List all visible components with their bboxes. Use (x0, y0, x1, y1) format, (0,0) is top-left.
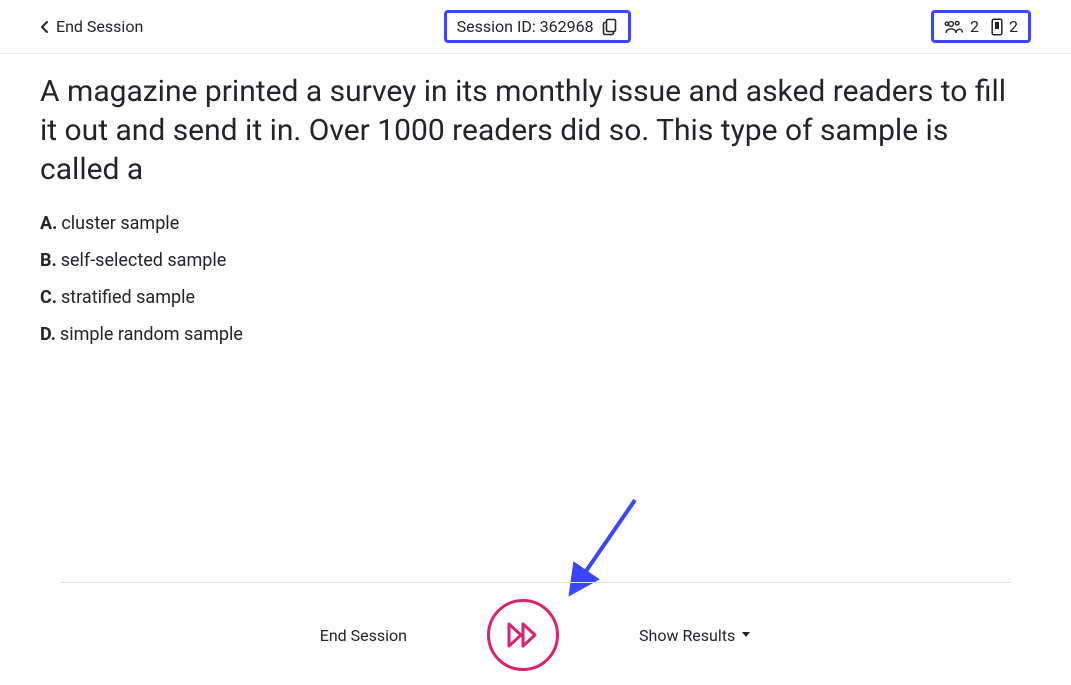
device-icon (991, 18, 1003, 36)
answer-text: simple random sample (60, 324, 243, 345)
fast-forward-icon (505, 620, 541, 650)
caret-down-icon (741, 631, 751, 639)
answer-letter: D. (40, 324, 56, 345)
chevron-left-icon (40, 20, 50, 34)
session-id-box: Session ID: 362968 (444, 10, 631, 43)
answer-option-a: A.cluster sample (40, 213, 1031, 234)
users-icon (944, 19, 964, 35)
end-session-label-top: End Session (56, 17, 143, 36)
show-results-label: Show Results (639, 626, 735, 645)
end-session-link-top[interactable]: End Session (40, 17, 143, 36)
answer-letter: A. (40, 213, 57, 234)
next-button[interactable] (487, 599, 559, 671)
answer-letter: B. (40, 250, 57, 271)
answer-text: self-selected sample (61, 250, 227, 271)
devices-count: 2 (991, 17, 1018, 36)
participants-count: 2 (944, 17, 979, 36)
footer-bar: End Session Show Results (0, 582, 1071, 671)
counts-box: 2 2 (931, 10, 1031, 43)
answer-letter: C. (40, 287, 57, 308)
end-session-button-label: End Session (320, 626, 407, 645)
answer-text: cluster sample (61, 213, 179, 234)
top-bar: End Session Session ID: 362968 2 (0, 0, 1071, 54)
answer-option-c: C.stratified sample (40, 287, 1031, 308)
footer-divider (60, 582, 1011, 583)
show-results-button[interactable]: Show Results (639, 626, 751, 645)
participants-count-value: 2 (970, 17, 979, 36)
question-prompt: A magazine printed a survey in its month… (40, 72, 1031, 189)
answer-option-b: B.self-selected sample (40, 250, 1031, 271)
answer-option-d: D.simple random sample (40, 324, 1031, 345)
end-session-button[interactable]: End Session (320, 626, 407, 645)
answer-text: stratified sample (61, 287, 195, 308)
main-content: A magazine printed a survey in its month… (0, 54, 1071, 345)
session-id-text: Session ID: 362968 (457, 17, 594, 36)
copy-icon[interactable] (602, 18, 618, 36)
answer-options: A.cluster sample B.self-selected sample … (40, 213, 1031, 345)
devices-count-value: 2 (1009, 17, 1018, 36)
footer-controls: End Session Show Results (60, 599, 1011, 671)
